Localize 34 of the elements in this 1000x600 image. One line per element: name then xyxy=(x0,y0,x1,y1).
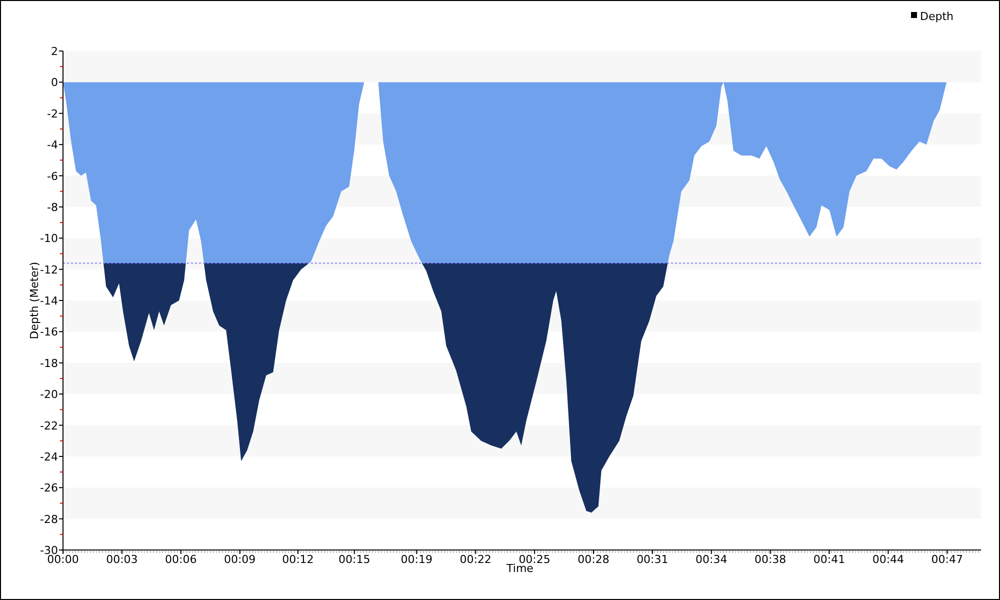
y-tick-label: -12 xyxy=(40,263,58,276)
x-tick-label: 00:34 xyxy=(696,553,728,566)
y-tick-label: -24 xyxy=(40,450,58,464)
x-tick-label: 00:09 xyxy=(224,553,256,566)
y-axis-title: Depth (Meter) xyxy=(28,262,41,340)
x-tick-label: 00:31 xyxy=(636,553,668,566)
y-tick-label: -16 xyxy=(40,326,58,339)
x-tick-label: 00:47 xyxy=(931,553,963,566)
legend-swatch xyxy=(911,12,917,18)
x-tick-label: 00:00 xyxy=(47,553,79,566)
x-tick-label: 00:28 xyxy=(578,553,610,566)
y-tick-label: -20 xyxy=(40,388,58,402)
x-tick-label: 00:44 xyxy=(872,553,904,566)
x-tick-label: 00:15 xyxy=(338,553,370,566)
y-tick-label: -18 xyxy=(40,356,58,370)
x-tick-label: 00:06 xyxy=(165,553,197,566)
y-tick-label: -6 xyxy=(47,170,58,183)
y-tick-label: -26 xyxy=(40,482,58,495)
x-tick-label: 00:19 xyxy=(400,553,432,566)
y-tick-label: -22 xyxy=(40,419,58,432)
y-tick-label: 0 xyxy=(51,76,58,90)
y-tick-label: 2 xyxy=(51,45,58,58)
y-tick-label: -10 xyxy=(40,232,58,246)
y-tick-label: -8 xyxy=(47,200,58,214)
x-tick-label: 00:12 xyxy=(282,553,314,566)
x-tick-label: 00:22 xyxy=(460,553,492,566)
x-tick-label: 00:38 xyxy=(754,553,786,566)
x-tick-label: 00:03 xyxy=(106,553,138,566)
y-tick-label: -4 xyxy=(47,138,58,152)
legend-label: Depth xyxy=(920,10,954,23)
y-tick-label: -28 xyxy=(40,512,58,526)
y-tick-label: -2 xyxy=(47,107,58,120)
y-tick-label: -14 xyxy=(40,294,58,308)
x-tick-label: 00:41 xyxy=(813,553,846,566)
